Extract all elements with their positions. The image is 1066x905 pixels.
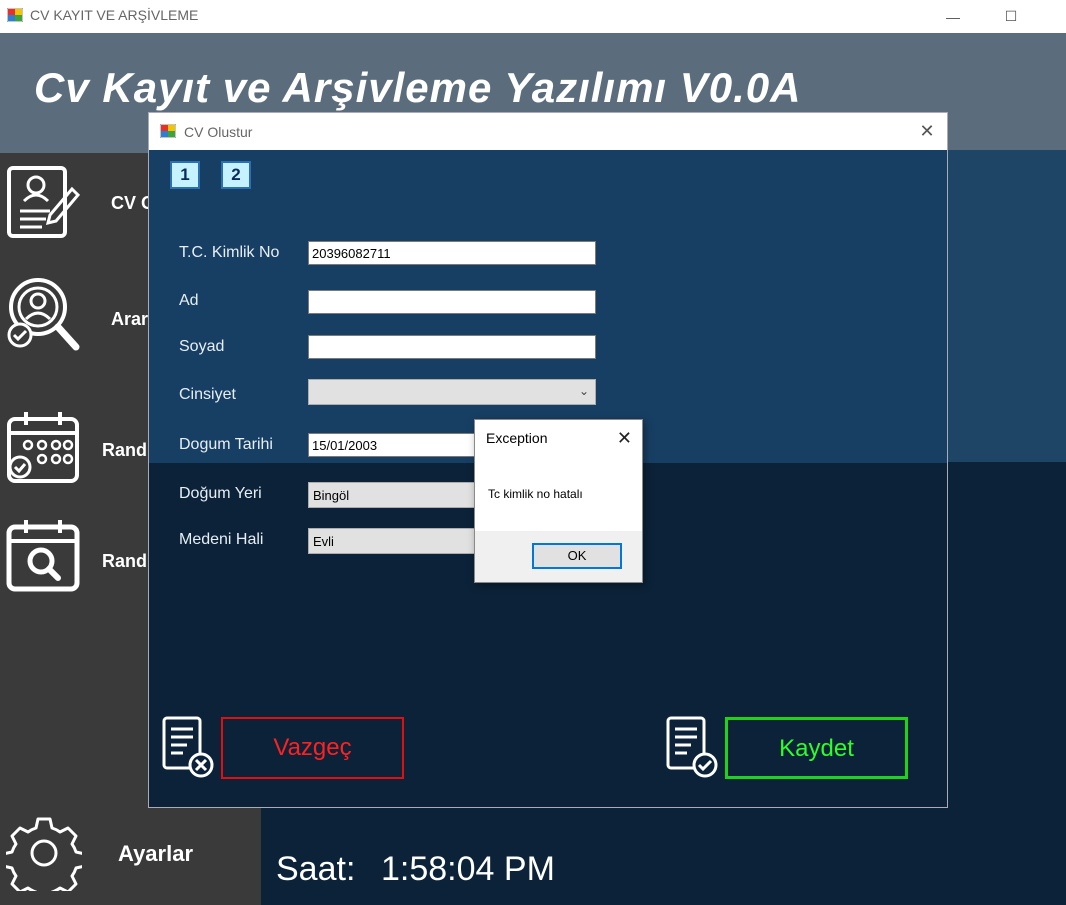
content-area-upper bbox=[947, 150, 1066, 462]
close-icon[interactable]: ✕ bbox=[617, 428, 632, 449]
main-window-titlebar: CV KAYIT VE ARŞİVLEME — ☐ bbox=[0, 0, 1066, 33]
app-heading: Cv Kayıt ve Arşivleme Yazılımı V0.0A bbox=[34, 64, 802, 111]
app-icon bbox=[7, 8, 23, 22]
exception-message-box: Exception ✕ Tc kimlik no hatalı OK bbox=[474, 419, 643, 583]
sidebar-item-ayarlar[interactable]: Ayarlar bbox=[118, 841, 193, 867]
cinsiyet-select[interactable]: ⌄ bbox=[308, 379, 596, 405]
minimize-button[interactable]: — bbox=[930, 0, 976, 33]
dialog-title: CV Olustur bbox=[184, 124, 253, 140]
cinsiyet-label: Cinsiyet bbox=[179, 386, 236, 403]
ad-input[interactable] bbox=[308, 290, 596, 314]
close-icon[interactable]: ✕ bbox=[917, 121, 937, 141]
chevron-down-icon: ⌄ bbox=[578, 384, 589, 398]
gear-icon[interactable] bbox=[6, 815, 82, 891]
ad-label: Ad bbox=[179, 292, 199, 309]
search-user-icon[interactable] bbox=[4, 275, 84, 355]
content-area-lower bbox=[947, 462, 1066, 810]
tc-kimlik-label: T.C. Kimlik No bbox=[179, 244, 280, 261]
clock-label: Saat: bbox=[276, 850, 356, 888]
window-title: CV KAYIT VE ARŞİVLEME bbox=[30, 7, 199, 23]
message-box-title: Exception bbox=[486, 430, 548, 446]
dogum-yeri-value: Bingöl bbox=[313, 488, 350, 503]
dogum-yeri-label: Doğum Yeri bbox=[179, 485, 262, 502]
sidebar-item-randevu-ara[interactable]: Rand bbox=[102, 551, 147, 572]
page-1-button[interactable]: 1 bbox=[170, 161, 200, 189]
maximize-button[interactable]: ☐ bbox=[988, 0, 1034, 33]
clock-value: 1:58:04 PM bbox=[381, 850, 555, 888]
dialog-titlebar: CV Olustur ✕ bbox=[149, 113, 947, 150]
soyad-label: Soyad bbox=[179, 338, 225, 355]
dialog-app-icon bbox=[160, 124, 176, 138]
vazgec-button[interactable]: Vazgeç bbox=[221, 717, 404, 779]
cv-document-icon[interactable] bbox=[6, 165, 82, 241]
dogum-tarihi-label: Dogum Tarihi bbox=[179, 436, 273, 453]
document-cancel-icon bbox=[162, 716, 214, 778]
message-text: Tc kimlik no hatalı bbox=[488, 487, 583, 501]
page-2-button[interactable]: 2 bbox=[221, 161, 251, 189]
message-box-footer: OK bbox=[475, 531, 642, 582]
document-check-icon bbox=[666, 716, 718, 778]
ok-button[interactable]: OK bbox=[532, 543, 622, 569]
kaydet-button[interactable]: Kaydet bbox=[725, 717, 908, 779]
calendar-search-icon[interactable] bbox=[6, 517, 82, 593]
medeni-hali-value: Evli bbox=[313, 534, 334, 549]
calendar-icon[interactable] bbox=[6, 409, 82, 485]
tc-kimlik-input[interactable] bbox=[308, 241, 596, 265]
sidebar-item-randevu[interactable]: Rand bbox=[102, 440, 147, 461]
soyad-input[interactable] bbox=[308, 335, 596, 359]
sidebar-item-arama[interactable]: Arar bbox=[111, 309, 148, 330]
medeni-hali-label: Medeni Hali bbox=[179, 531, 264, 548]
